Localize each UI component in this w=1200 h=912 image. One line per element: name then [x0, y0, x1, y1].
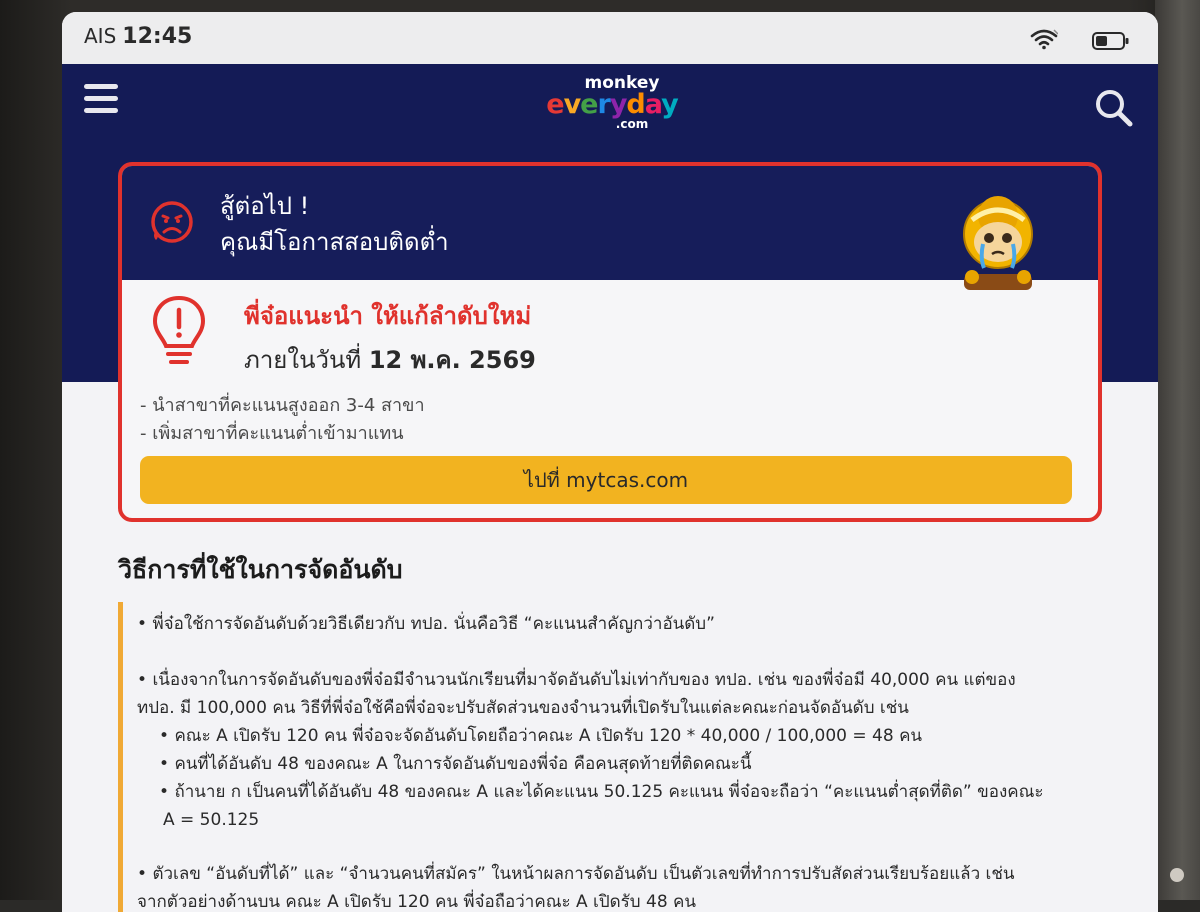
logo-letter: e: [580, 89, 598, 120]
advice-title: พี่จ๋อแนะนำ ให้แก้ลำดับใหม่: [244, 302, 532, 330]
carrier-time: AIS 12:45: [84, 24, 192, 49]
method-section-title: วิธีการที่ใช้ในการจัดอันดับ: [118, 555, 403, 584]
title-line-1: สู้ต่อไป !: [220, 192, 310, 220]
advice-tip: - นำสาขาที่คะแนนสูงออก 3-4 สาขา: [140, 395, 425, 416]
method-paragraph-3-line-2: จากตัวอย่างด้านบน คณะ A เปิดรับ 120 คน พ…: [137, 892, 697, 912]
method-sub-item: คณะ A เปิดรับ 120 คน พี่จ๋อจะจัดอันดับโด…: [159, 722, 1089, 750]
method-sub-item-continued: A = 50.125: [163, 810, 260, 830]
go-to-mytcas-button[interactable]: ไปที่ mytcas.com: [140, 456, 1072, 504]
status-bar: AIS 12:45: [62, 12, 1158, 64]
tablet-screen: AIS 12:45 monkey everyday .com สู้ต่อไป …: [62, 12, 1158, 912]
method-paragraph-1: พี่จ๋อใช้การจัดอันดับด้วยวิธีเดียวกับ ทป…: [137, 610, 1097, 638]
crying-monkey-icon: [963, 196, 1033, 290]
wifi-icon: [1030, 29, 1058, 50]
logo-letter: y: [609, 89, 628, 120]
advice-tip: - เพิ่มสาขาที่คะแนนต่ำเข้ามาแทน: [140, 423, 404, 444]
background-edge: [1155, 0, 1200, 900]
deadline-text: ภายในวันที่ 12 พ.ค. 2569: [244, 340, 536, 379]
logo-letter: v: [563, 89, 582, 120]
background-dot: [1170, 868, 1184, 882]
site-header: monkey everyday .com: [62, 64, 1158, 160]
result-card-header: สู้ต่อไป ! คุณมีโอกาสสอบติดต่ำ: [122, 166, 1098, 290]
method-paragraph-2-line-1: เนื่องจากในการจัดอันดับของพี่จ๋อมีจำนวนน…: [137, 666, 1097, 694]
result-card-title: สู้ต่อไป ! คุณมีโอกาสสอบติดต่ำ: [220, 188, 449, 260]
logo-letter: a: [644, 89, 662, 120]
clock: 12:45: [122, 24, 193, 49]
logo-letter: r: [597, 89, 610, 120]
method-paragraph-3-line-1: ตัวเลข “อันดับที่ได้” และ “จำนวนคนที่สมั…: [137, 860, 1097, 888]
method-sub-item: ถ้านาย ก เป็นคนที่ได้อันดับ 48 ของคณะ A …: [159, 778, 1089, 806]
hamburger-menu-icon[interactable]: [84, 84, 124, 124]
logo-letter: d: [626, 89, 645, 120]
lightbulb-icon: [152, 295, 206, 364]
monkey-everyday-logo[interactable]: monkey everyday .com: [532, 74, 692, 144]
method-sub-item: คนที่ได้อันดับ 48 ของคณะ A ในการจัดอันดั…: [159, 750, 1089, 778]
title-line-2: คุณมีโอกาสสอบติดต่ำ: [220, 228, 449, 256]
result-card: สู้ต่อไป ! คุณมีโอกาสสอบติดต่ำ พี่จ๋อแนะ…: [118, 162, 1102, 522]
battery-icon: [1092, 32, 1129, 50]
logo-main-text: everyday: [532, 89, 692, 120]
method-paragraph-2-line-2: ทปอ. มี 100,000 คน วิธีที่พี่จ๋อใช้คือพี…: [137, 698, 909, 718]
logo-letter: e: [546, 89, 564, 120]
carrier-label: AIS: [84, 24, 117, 48]
logo-letter: y: [661, 89, 679, 120]
deadline-date: 12 พ.ค. 2569: [368, 346, 536, 374]
sad-face-icon: [151, 201, 193, 243]
deadline-prefix: ภายในวันที่: [244, 346, 362, 374]
advice-tips-list: - นำสาขาที่คะแนนสูงออก 3-4 สาขา - เพิ่มส…: [140, 392, 425, 448]
method-section-body: พี่จ๋อใช้การจัดอันดับด้วยวิธีเดียวกับ ทป…: [118, 602, 1113, 912]
search-icon[interactable]: [1092, 86, 1136, 130]
